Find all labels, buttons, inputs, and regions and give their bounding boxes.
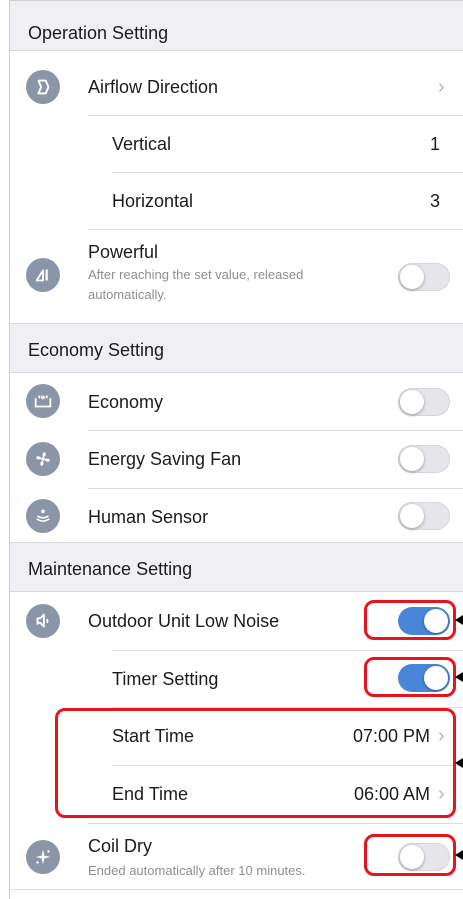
horizontal-row[interactable]: Horizontal 3 (10, 172, 463, 229)
arrow-icon (455, 672, 463, 682)
energy-saving-fan-toggle[interactable] (398, 445, 450, 473)
powerful-description: After reaching the set value, released a… (88, 267, 304, 302)
airflow-direction-row[interactable]: Airflow Direction › (10, 58, 463, 116)
arrow-icon (455, 758, 463, 768)
human-sensor-toggle[interactable] (398, 502, 450, 530)
powerful-toggle[interactable] (398, 263, 450, 291)
powerful-icon (26, 258, 60, 292)
callout-low-noise-toggle (364, 600, 456, 640)
outdoor-low-noise-label: Outdoor Unit Low Noise (88, 611, 280, 631)
section-header-economy: Economy Setting (10, 323, 463, 373)
section-title: Economy Setting (28, 340, 165, 360)
human-sensor-icon (26, 499, 60, 533)
economy-toggle[interactable] (398, 388, 450, 416)
arrow-icon (455, 850, 463, 860)
human-sensor-label: Human Sensor (88, 507, 209, 527)
economy-row: Economy (10, 373, 463, 430)
fan-icon (26, 442, 60, 476)
callout-time-range (55, 708, 456, 818)
horizontal-value: 3 (429, 191, 440, 211)
airflow-direction-label: Airflow Direction (88, 77, 219, 97)
coil-dry-label: Coil Dry (88, 836, 153, 856)
coil-dry-description: Ended automatically after 10 minutes. (88, 863, 306, 878)
energy-saving-fan-row: Energy Saving Fan (10, 430, 463, 488)
economy-label: Economy (88, 392, 164, 412)
callout-coil-dry-toggle (364, 834, 456, 876)
toggle-knob (400, 390, 424, 414)
section-header-maintenance: Maintenance Setting (10, 542, 463, 592)
arrow-icon (455, 615, 463, 625)
vertical-value: 1 (429, 134, 440, 154)
powerful-label: Powerful (88, 242, 159, 262)
coil-dry-icon (26, 840, 60, 874)
toggle-knob (400, 504, 424, 528)
chevron-right-icon: › (438, 76, 445, 98)
horizontal-label: Horizontal (112, 191, 194, 211)
section-title: Maintenance Setting (28, 559, 193, 579)
toggle-knob (400, 447, 424, 471)
economy-icon (26, 384, 60, 418)
powerful-row: Powerful After reaching the set value, r… (10, 229, 463, 324)
timer-setting-label: Timer Setting (112, 669, 219, 689)
section-header-operation: Operation Setting (10, 1, 463, 51)
low-noise-icon (26, 604, 60, 638)
divider (10, 889, 463, 890)
toggle-knob (400, 265, 424, 289)
section-title: Operation Setting (28, 23, 169, 43)
callout-timer-toggle (364, 657, 456, 697)
human-sensor-row: Human Sensor (10, 488, 463, 544)
vertical-label: Vertical (112, 134, 172, 154)
vertical-row[interactable]: Vertical 1 (10, 115, 463, 172)
airflow-icon (26, 70, 60, 104)
energy-saving-fan-label: Energy Saving Fan (88, 449, 242, 469)
